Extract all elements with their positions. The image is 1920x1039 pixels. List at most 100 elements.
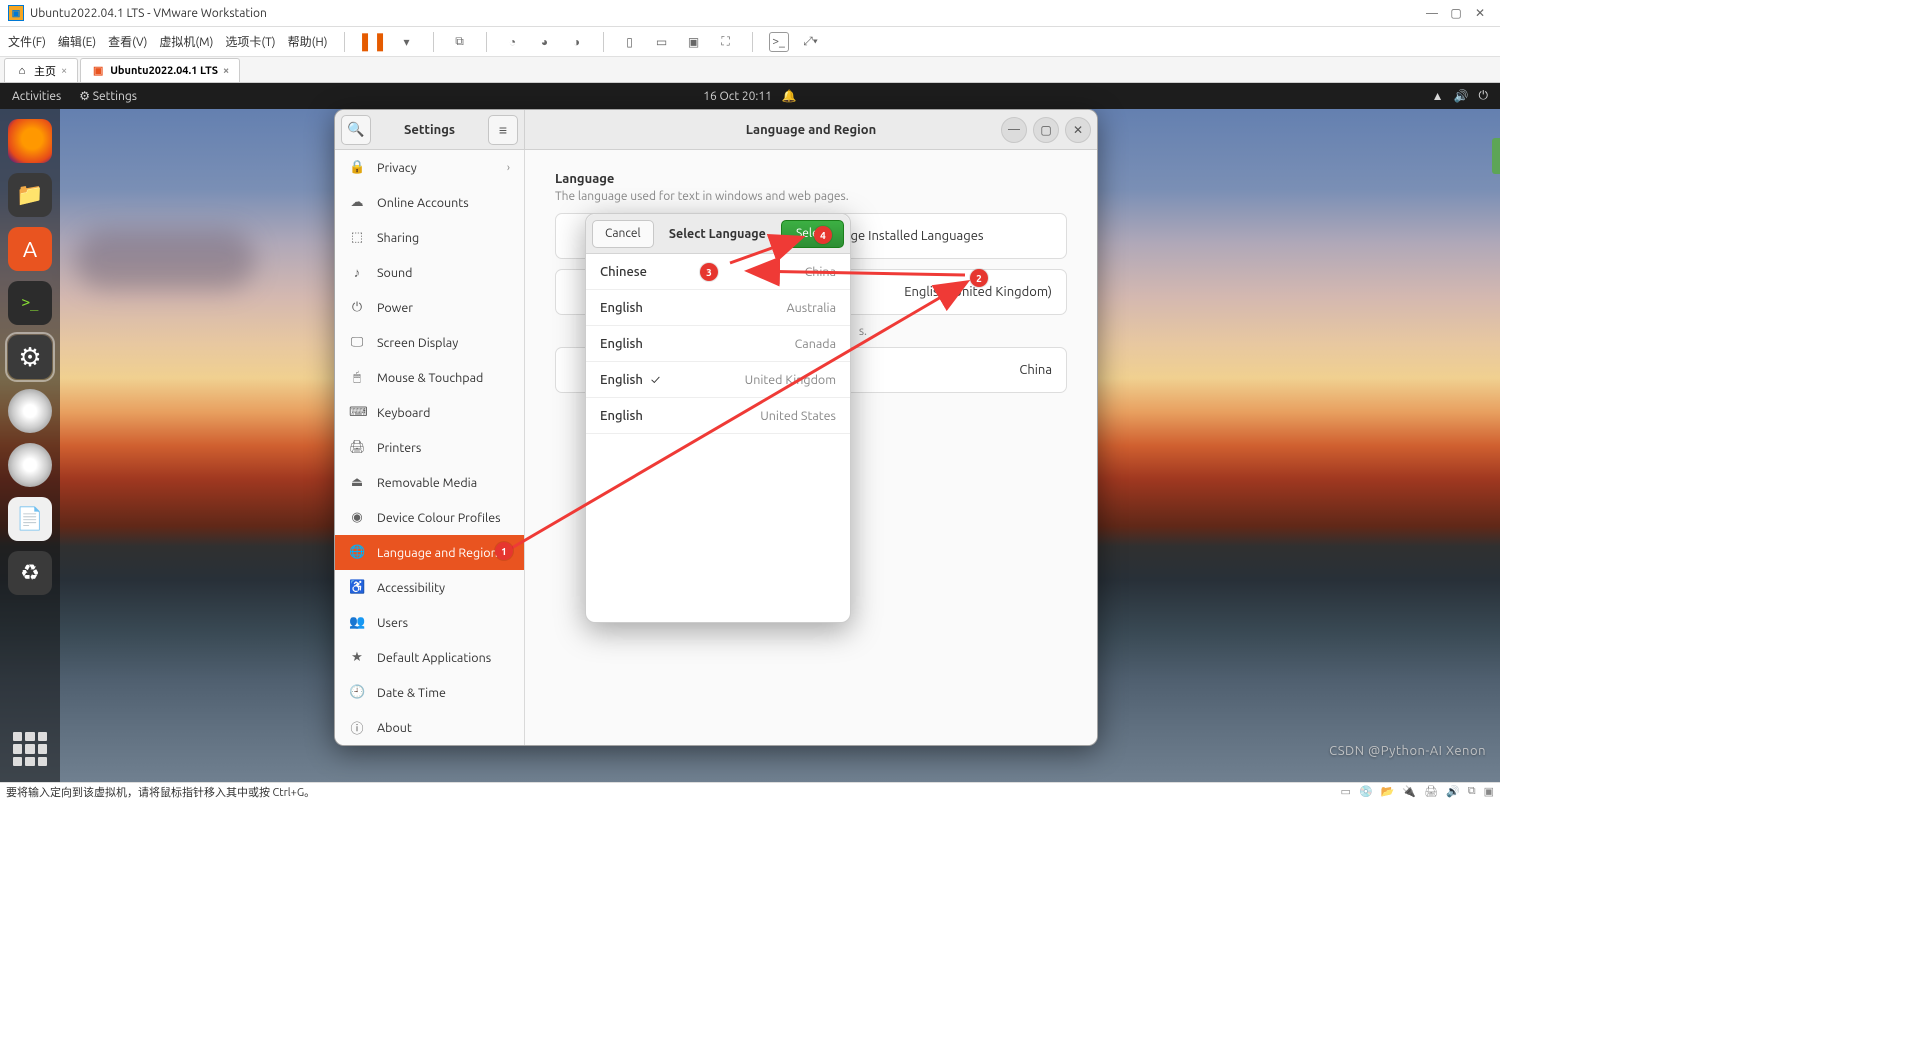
status-device-icon[interactable]: ▣ bbox=[1484, 785, 1494, 798]
close-icon[interactable]: × bbox=[223, 65, 229, 77]
sidebar-item-removable-media[interactable]: ⏏Removable Media bbox=[335, 465, 524, 500]
sidebar-item-accessibility[interactable]: ♿Accessibility bbox=[335, 570, 524, 605]
vmware-side-handle[interactable] bbox=[1492, 138, 1500, 174]
sidebar-item-about[interactable]: ⓘAbout bbox=[335, 710, 524, 745]
sidebar-item-label: Privacy bbox=[377, 161, 417, 175]
close-button[interactable]: ✕ bbox=[1468, 6, 1492, 20]
dock-terminal[interactable]: >_ bbox=[8, 281, 52, 325]
select-button[interactable]: Select bbox=[781, 220, 844, 248]
menu-view[interactable]: 查看(V) bbox=[108, 33, 147, 50]
dock-firefox[interactable] bbox=[8, 119, 52, 163]
status-device-icon[interactable]: ⧉ bbox=[1468, 785, 1476, 798]
language-name: English bbox=[600, 337, 643, 351]
snapshot-manage-icon[interactable]: ◑ bbox=[567, 32, 587, 52]
dock-texteditor[interactable]: 📄 bbox=[8, 497, 52, 541]
language-option[interactable]: EnglishCanada bbox=[586, 326, 850, 362]
dock-files[interactable]: 📁 bbox=[8, 173, 52, 217]
sidebar-item-mouse-touchpad[interactable]: 🖱Mouse & Touchpad bbox=[335, 360, 524, 395]
snapshot-revert-icon[interactable]: ◕ bbox=[535, 32, 555, 52]
notification-icon[interactable]: 🔔 bbox=[782, 89, 797, 103]
view-single-icon[interactable]: ▯ bbox=[620, 32, 640, 52]
sidebar-item-icon: 👥 bbox=[349, 615, 365, 630]
view-unity-icon[interactable]: ▣ bbox=[684, 32, 704, 52]
language-option[interactable]: English United States bbox=[586, 398, 850, 434]
select-language-dialog: Cancel Select Language Select ChineseChi… bbox=[585, 213, 851, 623]
view-multi-icon[interactable]: ▭ bbox=[652, 32, 672, 52]
window-minimize-button[interactable]: — bbox=[1001, 117, 1027, 143]
language-region: United States bbox=[760, 409, 836, 423]
language-region: Australia bbox=[787, 301, 837, 315]
language-option[interactable]: ChineseChina bbox=[586, 254, 850, 290]
topbar-app-indicator[interactable]: ⚙ Settings bbox=[79, 89, 137, 103]
status-device-icon[interactable]: 🔊 bbox=[1446, 785, 1460, 798]
status-device-icon[interactable]: 🖨 bbox=[1424, 785, 1438, 798]
menu-help[interactable]: 帮助(H) bbox=[288, 33, 328, 50]
sidebar-item-printers[interactable]: 🖨Printers bbox=[335, 430, 524, 465]
window-close-button[interactable]: ✕ bbox=[1065, 117, 1091, 143]
pause-icon[interactable]: ❚❚ bbox=[363, 32, 383, 52]
clock[interactable]: 16 Oct 20:11 bbox=[703, 90, 772, 103]
cancel-button[interactable]: Cancel bbox=[592, 220, 654, 248]
sidebar-item-icon: ♪ bbox=[349, 265, 365, 280]
menu-file[interactable]: 文件(F) bbox=[8, 33, 46, 50]
language-name: English bbox=[600, 409, 643, 423]
status-device-icon[interactable]: ▭ bbox=[1341, 785, 1351, 798]
sidebar-item-label: Screen Display bbox=[377, 336, 458, 350]
sidebar-item-screen-display[interactable]: 🖵Screen Display bbox=[335, 325, 524, 360]
sidebar-item-keyboard[interactable]: ⌨Keyboard bbox=[335, 395, 524, 430]
maximize-button[interactable]: ▢ bbox=[1444, 6, 1468, 20]
console-icon[interactable]: >_ bbox=[769, 32, 789, 52]
status-device-icon[interactable]: 💿 bbox=[1359, 785, 1373, 798]
chevron-right-icon: › bbox=[507, 162, 510, 174]
status-device-icon[interactable]: 🔌 bbox=[1402, 785, 1416, 798]
language-name: Chinese bbox=[600, 265, 647, 279]
stretch-icon[interactable]: ⤢▾ bbox=[801, 32, 821, 52]
sidebar-item-date-time[interactable]: 🕘Date & Time bbox=[335, 675, 524, 710]
network-icon[interactable]: ▲ bbox=[1432, 89, 1444, 103]
close-icon[interactable]: × bbox=[61, 65, 67, 77]
sidebar-item-sharing[interactable]: ⬚Sharing bbox=[335, 220, 524, 255]
annotation-badge-1: 1 bbox=[495, 542, 513, 560]
language-option[interactable]: English✓United Kingdom bbox=[586, 362, 850, 398]
menu-tabs[interactable]: 选项卡(T) bbox=[225, 33, 275, 50]
dock-settings[interactable]: ⚙ bbox=[8, 335, 52, 379]
window-maximize-button[interactable]: ▢ bbox=[1033, 117, 1059, 143]
dock-trash[interactable]: ♻ bbox=[8, 551, 52, 595]
language-option[interactable]: EnglishAustralia bbox=[586, 290, 850, 326]
sidebar-item-label: Sound bbox=[377, 266, 412, 280]
sidebar-item-label: Power bbox=[377, 301, 413, 315]
sidebar-item-power[interactable]: ⏻Power bbox=[335, 290, 524, 325]
search-button[interactable]: 🔍 bbox=[341, 115, 371, 145]
vmware-statusbar: 要将输入定向到该虚拟机，请将鼠标指针移入其中或按 Ctrl+G。 ▭ 💿 📂 🔌… bbox=[0, 782, 1500, 800]
sidebar-item-privacy[interactable]: 🔒Privacy› bbox=[335, 150, 524, 185]
sidebar-item-users[interactable]: 👥Users bbox=[335, 605, 524, 640]
activities-button[interactable]: Activities bbox=[12, 90, 61, 103]
snapshot-take-icon[interactable]: ◔ bbox=[503, 32, 523, 52]
dock-software[interactable]: A bbox=[8, 227, 52, 271]
power-icon[interactable]: ⏻ bbox=[1479, 89, 1489, 103]
view-fullscreen-icon[interactable]: ⛶ bbox=[716, 32, 736, 52]
menu-vm[interactable]: 虚拟机(M) bbox=[159, 33, 213, 50]
tab-home[interactable]: ⌂ 主页 × bbox=[4, 58, 78, 82]
sidebar-item-icon: ⌨ bbox=[349, 405, 365, 420]
show-applications-button[interactable] bbox=[13, 732, 47, 766]
dropdown-icon[interactable]: ▾ bbox=[397, 32, 417, 52]
sidebar-item-default-applications[interactable]: ★Default Applications bbox=[335, 640, 524, 675]
language-heading: Language bbox=[555, 172, 1067, 186]
dock-disc1[interactable] bbox=[8, 389, 52, 433]
dock-disc2[interactable] bbox=[8, 443, 52, 487]
vmware-app-icon: ▣ bbox=[8, 5, 24, 21]
sidebar-item-sound[interactable]: ♪ Sound bbox=[335, 255, 524, 290]
volume-icon[interactable]: 🔊 bbox=[1454, 89, 1469, 103]
status-device-icon[interactable]: 📂 bbox=[1381, 785, 1395, 798]
tab-vm[interactable]: ▣ Ubuntu2022.04.1 LTS × bbox=[80, 58, 240, 82]
sidebar-item-label: Removable Media bbox=[377, 476, 477, 490]
sidebar-item-online-accounts[interactable]: ☁Online Accounts bbox=[335, 185, 524, 220]
menu-edit[interactable]: 编辑(E) bbox=[58, 33, 96, 50]
sidebar-item-label: Online Accounts bbox=[377, 196, 469, 210]
minimize-button[interactable]: — bbox=[1420, 7, 1444, 20]
sidebar-item-label: Default Applications bbox=[377, 651, 491, 665]
send-ctrlaltdel-icon[interactable]: ⧉ bbox=[450, 32, 470, 52]
sidebar-item-device-colour-profiles[interactable]: ◉Device Colour Profiles bbox=[335, 500, 524, 535]
hamburger-button[interactable]: ≡ bbox=[488, 115, 518, 145]
